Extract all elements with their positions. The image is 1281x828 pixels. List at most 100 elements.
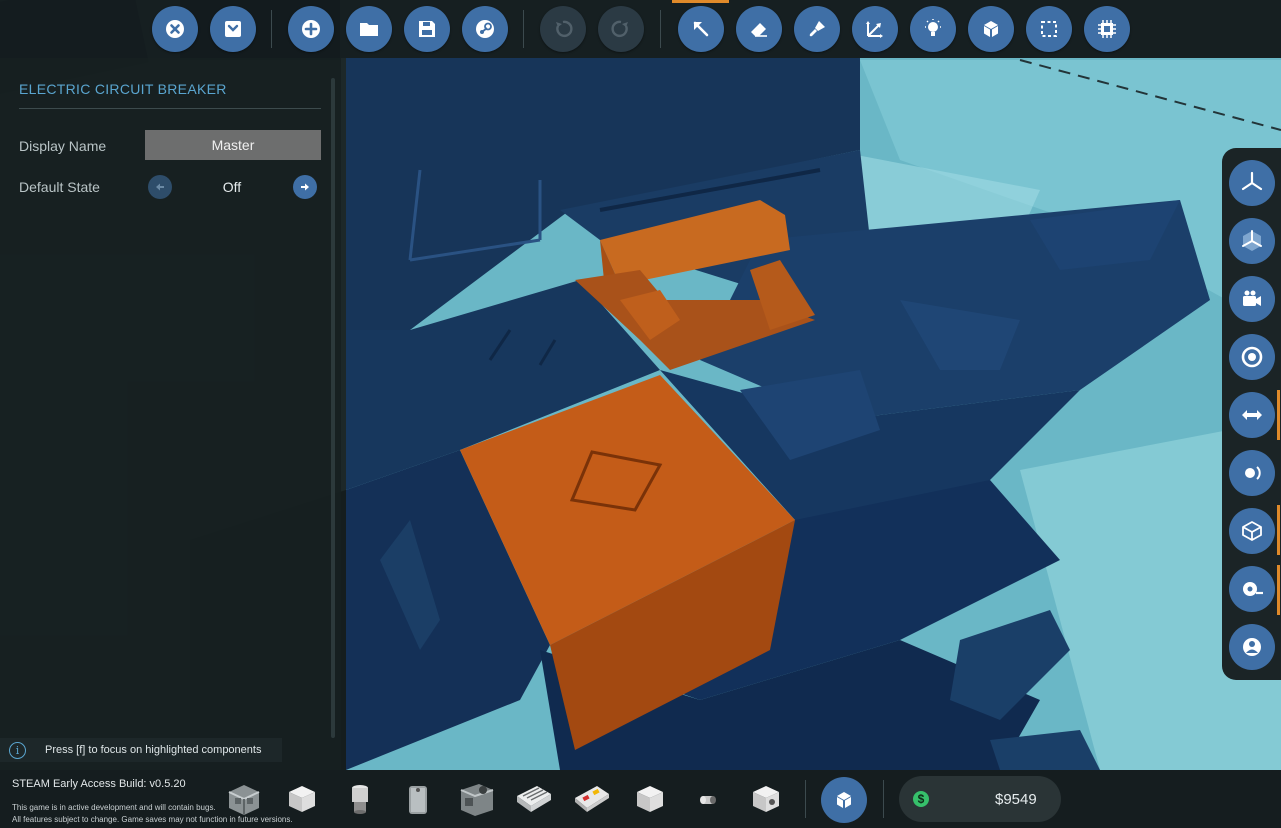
default-state-next-button[interactable] — [293, 175, 317, 199]
move-rotate-icon — [866, 21, 883, 38]
new-vehicle-button[interactable] — [288, 6, 334, 52]
axis-gizmo-icon — [1241, 171, 1263, 191]
arrow-left-icon — [156, 183, 164, 191]
collapse-panel-button[interactable] — [210, 6, 256, 52]
money-value: $9549 — [995, 791, 1037, 808]
block-outline-icon — [1242, 521, 1262, 541]
toolbar-separator — [805, 780, 806, 818]
save-button[interactable] — [404, 6, 450, 52]
component-slot[interactable] — [338, 777, 382, 821]
transform-tool-button[interactable] — [852, 6, 898, 52]
component-slot[interactable] — [222, 777, 266, 821]
component-properties-panel: ELECTRIC CIRCUIT BREAKER Display Name Ma… — [0, 58, 341, 770]
hint-bar: i Press [f] to focus on highlighted comp… — [0, 738, 282, 762]
new-vehicle-icon — [302, 20, 320, 38]
redo-button[interactable] — [598, 6, 644, 52]
toolbar-separator — [660, 10, 661, 48]
collapse-panel-icon — [225, 21, 241, 37]
microchip-icon — [1098, 20, 1116, 38]
component-slot[interactable] — [396, 777, 440, 821]
default-state-label: Default State — [19, 179, 100, 195]
open-folder-icon — [360, 23, 378, 36]
toolbar-separator — [271, 10, 272, 48]
axis-view-button[interactable] — [1229, 160, 1275, 206]
build-note: This game is in active development and w… — [12, 803, 216, 812]
vent-panel-icon — [517, 786, 551, 812]
engine-unit-icon — [460, 784, 494, 816]
target-button[interactable] — [1229, 334, 1275, 380]
block-outline-button[interactable] — [1229, 508, 1275, 554]
panel-scrollbar[interactable] — [331, 78, 335, 738]
blocks-icon — [984, 21, 998, 37]
title-divider — [19, 108, 321, 109]
redo-icon — [611, 20, 628, 38]
camera-button[interactable] — [1229, 276, 1275, 322]
close-button[interactable] — [152, 6, 198, 52]
microcontroller-button[interactable] — [1084, 6, 1130, 52]
active-side-marker — [1277, 505, 1280, 555]
rotation-button[interactable] — [1229, 450, 1275, 496]
small-pipe-icon — [700, 796, 716, 804]
component-slot[interactable] — [744, 777, 788, 821]
component-slot[interactable] — [570, 777, 614, 821]
character-view-icon — [1243, 638, 1261, 656]
steam-workshop-button[interactable] — [462, 6, 508, 52]
hint-text: Press [f] to focus on highlighted compon… — [45, 744, 262, 756]
target-ring-icon — [1241, 346, 1263, 368]
blocks-tool-button[interactable] — [968, 6, 1014, 52]
active-side-marker — [1277, 390, 1280, 440]
component-slot[interactable] — [512, 777, 556, 821]
toolbar-separator — [883, 780, 884, 818]
control-panel-icon — [575, 786, 609, 812]
select-cursor-icon — [693, 21, 709, 37]
lighting-tool-button[interactable] — [910, 6, 956, 52]
paint-brush-icon — [809, 21, 825, 37]
component-slot[interactable] — [686, 777, 730, 821]
measure-button[interactable] — [1229, 566, 1275, 612]
component-slot[interactable] — [280, 777, 324, 821]
display-name-input[interactable]: Master — [145, 130, 321, 160]
open-button[interactable] — [346, 6, 392, 52]
right-toolbar — [1222, 148, 1281, 680]
inventory-button[interactable] — [821, 777, 867, 823]
blocks-icon — [837, 792, 851, 808]
component-title: ELECTRIC CIRCUIT BREAKER — [19, 81, 227, 97]
cylinder-light-icon — [352, 785, 368, 814]
dollar-icon: $ — [913, 791, 929, 807]
undo-icon — [556, 20, 573, 38]
select-area-button[interactable] — [1026, 6, 1072, 52]
close-circle-icon — [166, 20, 184, 38]
connector-block-icon — [753, 786, 779, 812]
axis-cube-button[interactable] — [1229, 218, 1275, 264]
component-slot[interactable] — [628, 777, 672, 821]
rotation-icon — [1245, 466, 1261, 480]
battery-icon — [409, 786, 427, 814]
character-view-button[interactable] — [1229, 624, 1275, 670]
money-display: $ $9549 — [899, 776, 1061, 822]
eraser-icon — [751, 23, 767, 37]
default-state-prev-button[interactable] — [148, 175, 172, 199]
tape-measure-icon — [1243, 582, 1263, 596]
arrow-right-icon — [301, 183, 309, 191]
lightbulb-icon — [925, 19, 941, 36]
info-icon: i — [9, 741, 26, 759]
logic-link-button[interactable] — [1229, 392, 1275, 438]
cube-block-icon — [289, 786, 315, 812]
machinery-block-icon — [228, 785, 260, 815]
steam-workshop-icon — [476, 20, 494, 38]
paint-tool-button[interactable] — [794, 6, 840, 52]
display-name-label: Display Name — [19, 138, 107, 154]
active-side-marker — [1277, 565, 1280, 615]
cube-block-icon — [637, 786, 663, 812]
active-tool-indicator — [672, 0, 729, 3]
camera-icon — [1243, 290, 1261, 306]
toolbar-separator — [523, 10, 524, 48]
undo-button[interactable] — [540, 6, 586, 52]
component-slot[interactable] — [454, 777, 498, 821]
component-bar: STEAM Early Access Build: v0.5.20 This g… — [0, 770, 1281, 828]
save-icon — [419, 21, 435, 37]
build-version: STEAM Early Access Build: v0.5.20 — [12, 778, 186, 790]
eraser-tool-button[interactable] — [736, 6, 782, 52]
select-tool-button[interactable] — [678, 6, 724, 52]
selection-box-icon — [1041, 21, 1057, 37]
